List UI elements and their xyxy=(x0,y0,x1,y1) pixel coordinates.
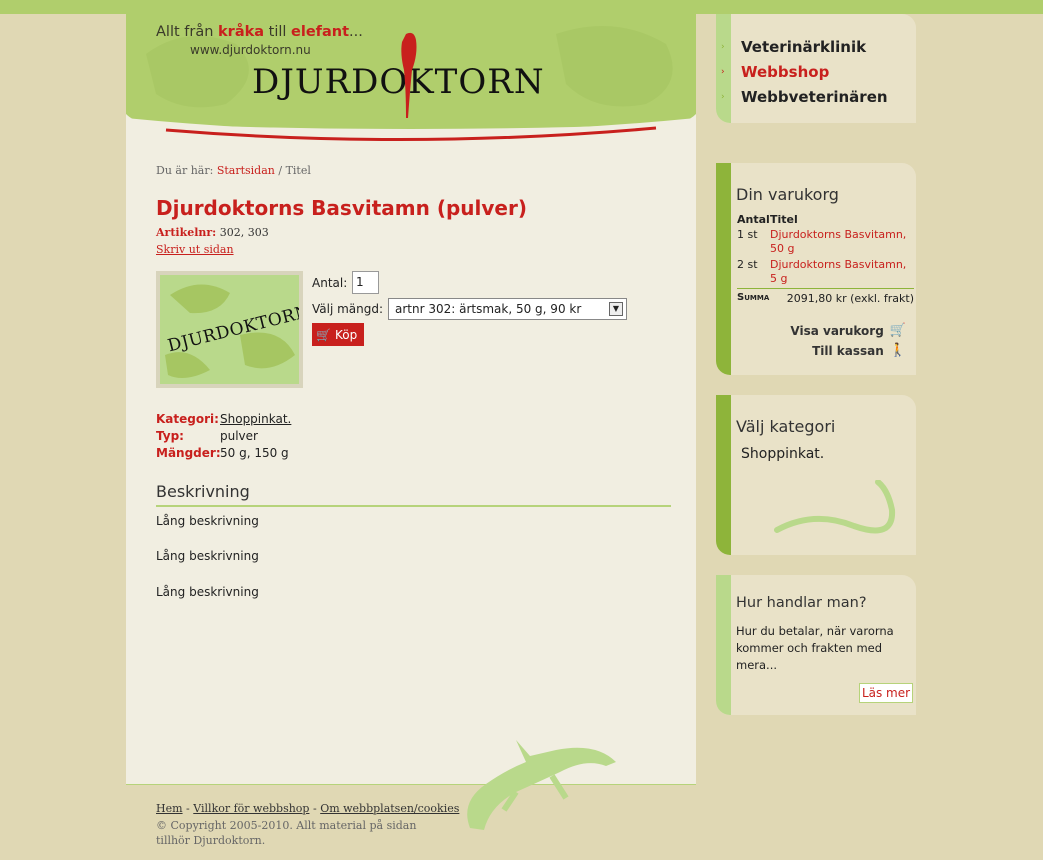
lizard-icon xyxy=(467,740,616,830)
help-box: Hur handlar man? Hur du betalar, när var… xyxy=(716,575,916,715)
description-paragraph: Lång beskrivning xyxy=(156,549,259,563)
site-url: www.djurdoktorn.nu xyxy=(190,43,311,57)
view-cart-link[interactable]: Visa varukorg 🛒 xyxy=(790,323,906,338)
product-image[interactable]: DJURDOKTORN xyxy=(156,271,303,388)
cart-sum: Summa 2091,80 kr (exkl. frakt) xyxy=(737,288,914,305)
footer-link-villkor[interactable]: Villkor för webbshop xyxy=(193,802,309,815)
amount-select[interactable]: artnr 302: ärtsmak, 50 g, 90 kr ▼ xyxy=(388,298,627,320)
parrot-icon xyxy=(401,32,417,118)
nav-item-webbveterinaren[interactable]: Webbveterinären xyxy=(741,88,888,106)
top-bar xyxy=(0,0,1043,14)
footer-links: Hem - Villkor för webbshop - Om webbplat… xyxy=(156,802,460,815)
description-paragraph: Lång beskrivning xyxy=(156,514,259,528)
snake-icon xyxy=(774,480,896,534)
tagline: Allt från kråka till elefant... xyxy=(156,24,363,40)
copyright: © Copyright 2005-2010. Allt material på … xyxy=(156,819,417,847)
walking-person-icon: 🚶 xyxy=(889,343,906,358)
amount-label: Välj mängd: xyxy=(312,302,384,316)
description-heading: Beskrivning xyxy=(156,482,250,501)
category-item-shoppinkat[interactable]: Shoppinkat. xyxy=(741,446,824,462)
cart-row: 2 st Djurdoktorns Basvitamn, 5 g xyxy=(737,258,915,286)
chevron-right-icon: › xyxy=(721,92,725,102)
cart-table: Antal Titel 1 st Djurdoktorns Basvitamn, 5… xyxy=(737,213,915,286)
chevron-right-icon: › xyxy=(721,67,725,77)
help-title: Hur handlar man? xyxy=(736,595,867,611)
read-more-button[interactable]: Läs mer xyxy=(859,683,913,703)
quantity-label: Antal: xyxy=(312,276,348,290)
help-text: Hur du betalar, när varorna kommer och f… xyxy=(736,624,894,672)
site-header: Allt från kråka till elefant... www.djur… xyxy=(126,14,696,142)
chevron-right-icon: › xyxy=(721,452,725,462)
category-link[interactable]: Shoppinkat. xyxy=(220,412,291,426)
divider xyxy=(156,505,671,507)
checkout-link[interactable]: Till kassan 🚶 xyxy=(812,343,906,358)
cart-title: Din varukorg xyxy=(736,185,839,204)
main-nav: › Veterinärklinik › Webbshop › Webbveter… xyxy=(716,14,916,123)
breadcrumb: Du är här: Startsidan / Titel xyxy=(156,164,311,177)
buy-button[interactable]: 🛒 Köp xyxy=(312,323,364,346)
category-title: Välj kategori xyxy=(736,417,836,436)
quantity-input[interactable]: 1 xyxy=(352,271,379,294)
cart-item-link[interactable]: Djurdoktorns Basvitamn, 50 g xyxy=(770,228,915,256)
chevron-down-icon[interactable]: ▼ xyxy=(609,302,623,316)
cart-item-link[interactable]: Djurdoktorns Basvitamn, 5 g xyxy=(770,258,915,286)
product-attributes: Kategori: Shoppinkat. Typ: pulver Mängder:… xyxy=(156,412,292,460)
page-title: Djurdoktorns Basvitamn (pulver) xyxy=(156,196,527,220)
cart-row: 1 st Djurdoktorns Basvitamn, 50 g xyxy=(737,228,915,256)
cart-box: Din varukorg Antal Titel 1 st Djurdoktorns… xyxy=(716,163,916,375)
nav-item-webbshop[interactable]: Webbshop xyxy=(741,63,829,81)
cart-icon: 🛒 xyxy=(316,327,331,342)
breadcrumb-home-link[interactable]: Startsidan xyxy=(217,164,275,177)
print-page-link[interactable]: Skriv ut sidan xyxy=(156,243,234,256)
footer-link-om[interactable]: Om webbplatsen/cookies xyxy=(320,802,459,815)
article-number: Artikelnr: 302, 303 xyxy=(156,226,269,239)
nav-item-veterinarklinik[interactable]: Veterinärklinik xyxy=(741,38,866,56)
breadcrumb-current: Titel xyxy=(285,164,311,177)
category-box: Välj kategori › Shoppinkat. xyxy=(716,395,916,555)
chevron-right-icon: › xyxy=(721,42,725,52)
description-paragraph: Lång beskrivning xyxy=(156,585,259,599)
cart-icon: 🛒 xyxy=(889,323,906,338)
footer-link-hem[interactable]: Hem xyxy=(156,802,183,815)
